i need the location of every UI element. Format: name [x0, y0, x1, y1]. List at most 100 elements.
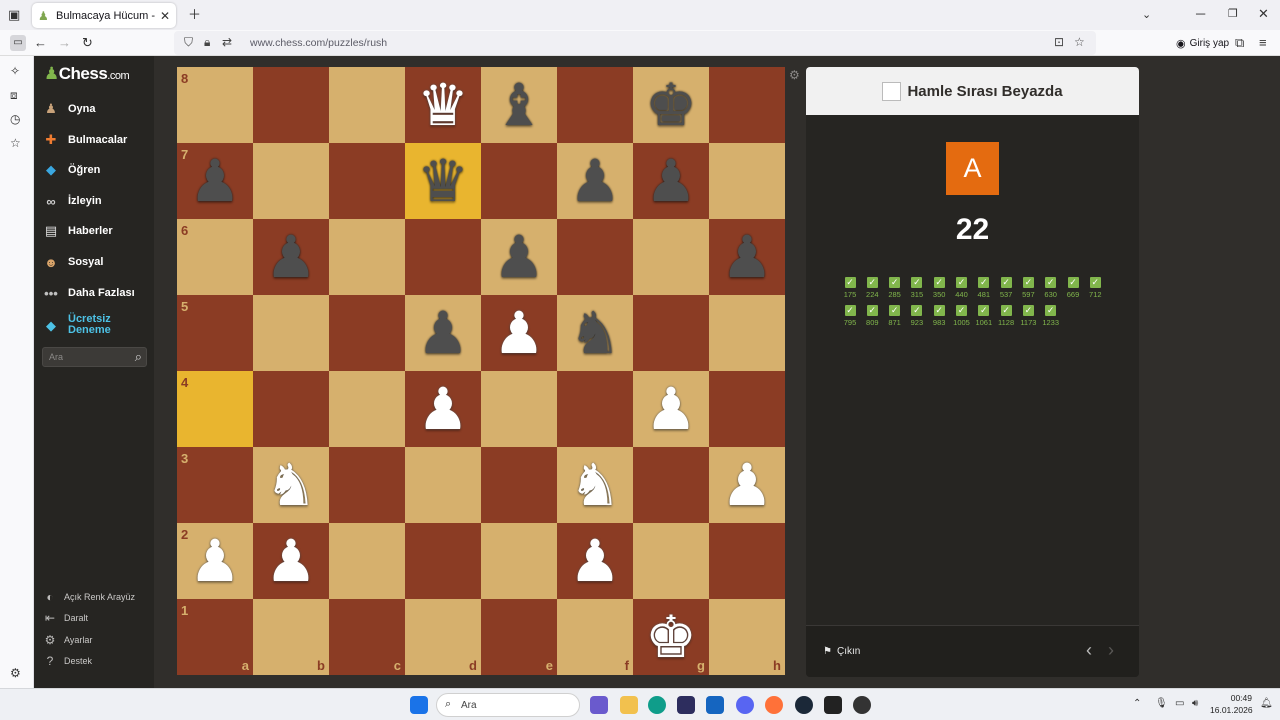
extensions-icon[interactable]: ⧉ [1235, 35, 1244, 51]
solved-puzzle[interactable]: ✓ 350 [928, 277, 950, 299]
square-b8[interactable] [253, 67, 329, 143]
square-e4[interactable] [481, 371, 557, 447]
square-b1[interactable]: b [253, 599, 329, 675]
maximize-icon[interactable]: ❐ [1228, 6, 1238, 22]
outlook-icon[interactable] [706, 696, 724, 714]
square-d3[interactable] [405, 447, 481, 523]
previous-arrow-icon[interactable]: ‹ [1086, 640, 1092, 661]
nav-item-news[interactable]: ▤ Haberler [42, 220, 113, 242]
nav-item-puzzles[interactable]: ✚ Bulmacalar [42, 129, 128, 151]
black-pawn[interactable]: ♟ [189, 152, 241, 210]
minimize-icon[interactable]: ─ [1196, 6, 1205, 22]
square-g4[interactable]: ♟ [633, 371, 709, 447]
square-d6[interactable] [405, 219, 481, 295]
square-h8[interactable] [709, 67, 785, 143]
customize-icon[interactable]: ⚙ [10, 666, 21, 680]
solved-puzzle[interactable]: ✓ 175 [839, 277, 861, 299]
reload-icon[interactable]: ↻ [82, 35, 93, 51]
bookmarks-icon[interactable]: ☆ [10, 136, 21, 150]
square-e3[interactable] [481, 447, 557, 523]
square-d5[interactable]: ♟ [405, 295, 481, 371]
notifications-icon[interactable]: 🔔︎ [1260, 698, 1273, 709]
epic-games-icon[interactable] [824, 696, 842, 714]
square-d8[interactable]: ♛ [405, 67, 481, 143]
square-f8[interactable] [557, 67, 633, 143]
square-b6[interactable]: ♟ [253, 219, 329, 295]
tab-list-icon[interactable]: ▣ [8, 7, 20, 23]
url-bar[interactable]: ⛉ 🔒︎ ⇄ www.chess.com/puzzles/rush ⊡ ☆ [174, 31, 1096, 55]
nav-item-learn[interactable]: ◆ Öğren [42, 159, 100, 181]
firefox-icon[interactable] [765, 696, 783, 714]
chess-logo[interactable]: ♟Chess.com [44, 64, 130, 84]
square-a6[interactable]: 6 [177, 219, 253, 295]
nav-item-watch[interactable]: ∞ İzleyin [42, 190, 101, 212]
history-icon[interactable]: ◷ [10, 112, 20, 126]
square-c6[interactable] [329, 219, 405, 295]
square-c4[interactable] [329, 371, 405, 447]
square-c5[interactable] [329, 295, 405, 371]
square-h1[interactable]: h [709, 599, 785, 675]
white-king[interactable]: ♚ [645, 608, 697, 666]
white-pawn[interactable]: ♟ [189, 532, 241, 590]
square-d1[interactable]: d [405, 599, 481, 675]
square-d7[interactable]: ♛ [405, 143, 481, 219]
square-f2[interactable]: ♟ [557, 523, 633, 599]
black-king[interactable]: ♚ [645, 76, 697, 134]
menu-icon[interactable]: ≡ [1259, 35, 1267, 51]
solved-puzzle[interactable]: ✓ 537 [995, 277, 1017, 299]
copilot-icon[interactable] [590, 696, 608, 714]
square-h6[interactable]: ♟ [709, 219, 785, 295]
url-text[interactable]: www.chess.com/puzzles/rush [250, 37, 387, 49]
black-queen[interactable]: ♛ [417, 152, 469, 210]
nav-search-input[interactable]: Ara ⌕ [42, 347, 147, 367]
back-icon[interactable]: ← [34, 35, 47, 51]
bookmark-star-icon[interactable]: ☆ [1074, 35, 1085, 49]
square-a7[interactable]: 7 ♟ [177, 143, 253, 219]
square-d2[interactable] [405, 523, 481, 599]
board-settings-gear-icon[interactable]: ⚙ [789, 68, 800, 82]
lock-icon[interactable]: 🔒︎ [204, 35, 210, 50]
white-knight[interactable]: ♞ [569, 456, 621, 514]
white-pawn[interactable]: ♟ [721, 456, 773, 514]
square-b3[interactable]: ♞ [253, 447, 329, 523]
solved-puzzle[interactable]: ✓ 481 [973, 277, 995, 299]
solved-puzzle[interactable]: ✓ 1005 [951, 305, 973, 327]
close-tab-icon[interactable]: ✕ [160, 9, 170, 23]
solved-puzzle[interactable]: ✓ 630 [1040, 277, 1062, 299]
taskbar-search[interactable]: ⌕ Ara [436, 693, 580, 717]
square-b7[interactable] [253, 143, 329, 219]
solved-puzzle[interactable]: ✓ 440 [951, 277, 973, 299]
solved-puzzle[interactable]: ✓ 1061 [973, 305, 995, 327]
square-d4[interactable]: ♟ [405, 371, 481, 447]
nav-settings[interactable]: ⚙ Ayarlar [42, 633, 93, 647]
nav-collapse[interactable]: ⇤ Daralt [42, 611, 88, 625]
app-icon[interactable] [853, 696, 871, 714]
solved-puzzle[interactable]: ✓ 795 [839, 305, 861, 327]
steam-icon[interactable] [795, 696, 813, 714]
white-queen[interactable]: ♛ [417, 76, 469, 134]
sidebar-toggle-icon[interactable]: ▭ [10, 35, 26, 51]
square-b2[interactable]: ♟ [253, 523, 329, 599]
square-e7[interactable] [481, 143, 557, 219]
square-g2[interactable] [633, 523, 709, 599]
nav-item-more[interactable]: ••• Daha Fazlası [42, 282, 134, 304]
square-g7[interactable]: ♟ [633, 143, 709, 219]
square-b4[interactable] [253, 371, 329, 447]
solved-puzzle[interactable]: ✓ 285 [884, 277, 906, 299]
square-c2[interactable] [329, 523, 405, 599]
square-f1[interactable]: f [557, 599, 633, 675]
square-c3[interactable] [329, 447, 405, 523]
login-button[interactable]: ◉ Giriş yap [1170, 33, 1235, 53]
solved-puzzle[interactable]: ✓ 597 [1017, 277, 1039, 299]
square-h3[interactable]: ♟ [709, 447, 785, 523]
shield-icon[interactable]: ⛉ [184, 35, 193, 50]
solved-puzzle[interactable]: ✓ 983 [928, 305, 950, 327]
chevron-down-icon[interactable]: ⌄ [1142, 7, 1151, 23]
black-pawn[interactable]: ♟ [721, 228, 773, 286]
square-a1[interactable]: 1a [177, 599, 253, 675]
square-h2[interactable] [709, 523, 785, 599]
solved-puzzle[interactable]: ✓ 871 [884, 305, 906, 327]
white-pawn[interactable]: ♟ [569, 532, 621, 590]
square-a2[interactable]: 2 ♟ [177, 523, 253, 599]
microphone-icon[interactable]: 🎙︎ [1155, 698, 1168, 709]
